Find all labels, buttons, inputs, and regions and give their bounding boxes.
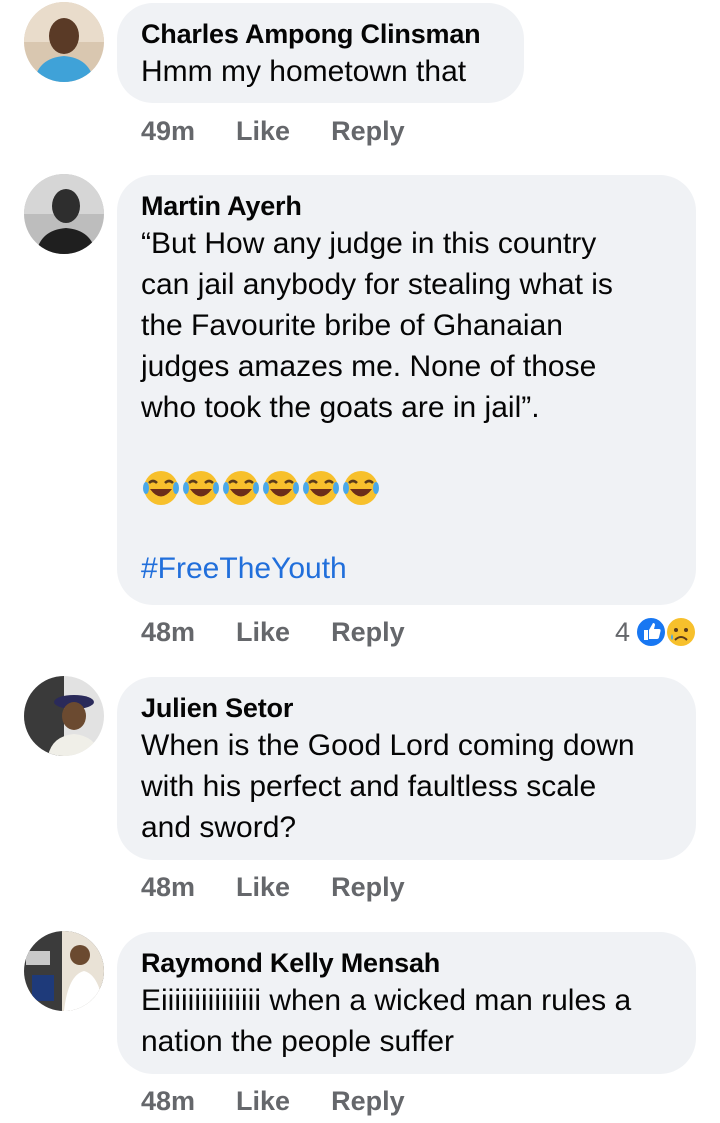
like-button[interactable]: Like xyxy=(236,617,290,648)
like-reaction-icon xyxy=(635,616,667,648)
comment-text-line: the Favourite bribe of Ghanaian xyxy=(141,309,563,342)
comment-text-line: can jail anybody for stealing what is xyxy=(141,268,613,301)
reply-button[interactable]: Reply xyxy=(331,1086,405,1117)
emoji-row xyxy=(141,468,672,508)
joy-emoji-icon xyxy=(183,471,219,505)
comment-author[interactable]: Charles Ampong Clinsman xyxy=(141,17,500,51)
comment-author[interactable]: Martin Ayerh xyxy=(141,189,672,223)
comment-bubble: Raymond Kelly Mensah Eiiiiiiiiiiiiiii wh… xyxy=(117,932,696,1074)
comment-text-line: with his perfect and faultless scale xyxy=(141,770,597,803)
comment-text-line: When is the Good Lord coming down xyxy=(141,729,635,762)
reaction-count: 4 xyxy=(614,616,630,647)
comment-actions: 48m Like Reply xyxy=(141,617,405,648)
comment-author[interactable]: Raymond Kelly Mensah xyxy=(141,946,672,980)
reply-button[interactable]: Reply xyxy=(331,116,405,147)
like-button[interactable]: Like xyxy=(236,116,290,147)
avatar[interactable] xyxy=(24,174,104,254)
like-button[interactable]: Like xyxy=(236,1086,290,1117)
sad-reaction-icon xyxy=(665,616,697,648)
reaction-summary[interactable]: 4 xyxy=(615,615,698,649)
reply-button[interactable]: Reply xyxy=(331,617,405,648)
comment-text-line: Eiiiiiiiiiiiiiii when a wicked man rules… xyxy=(141,984,632,1017)
comment-actions: 49m Like Reply xyxy=(141,116,405,147)
avatar[interactable] xyxy=(24,931,104,1011)
comment-text-line: and sword? xyxy=(141,811,297,844)
comment-timestamp[interactable]: 48m xyxy=(141,617,195,648)
reply-button[interactable]: Reply xyxy=(331,872,405,903)
joy-emoji-icon xyxy=(143,471,179,505)
comment-text: Hmm my hometown that xyxy=(141,55,467,88)
comment-text-line: judges amazes me. None of those xyxy=(141,350,597,383)
hashtag-link[interactable]: #FreeTheYouth xyxy=(141,548,672,589)
comment-author[interactable]: Julien Setor xyxy=(141,691,672,725)
comment-bubble: Martin Ayerh “But How any judge in this … xyxy=(117,175,696,605)
comment-timestamp[interactable]: 48m xyxy=(141,872,195,903)
joy-emoji-icon xyxy=(223,471,259,505)
avatar[interactable] xyxy=(24,676,104,756)
comment-text-line: who took the goats are in jail”. xyxy=(141,391,540,424)
like-button[interactable]: Like xyxy=(236,872,290,903)
joy-emoji-icon xyxy=(263,471,299,505)
comment-actions: 48m Like Reply xyxy=(141,1086,405,1117)
avatar[interactable] xyxy=(24,2,104,82)
comment-text-line: “But How any judge in this country xyxy=(141,227,597,260)
comment-text-line: nation the people suffer xyxy=(141,1025,455,1058)
joy-emoji-icon xyxy=(303,471,339,505)
comment-timestamp[interactable]: 49m xyxy=(141,116,195,147)
joy-emoji-icon xyxy=(343,471,379,505)
comment-bubble: Charles Ampong Clinsman Hmm my hometown … xyxy=(117,3,524,103)
comment-bubble: Julien Setor When is the Good Lord comin… xyxy=(117,677,696,860)
comment-timestamp[interactable]: 48m xyxy=(141,1086,195,1117)
comment-actions: 48m Like Reply xyxy=(141,872,405,903)
